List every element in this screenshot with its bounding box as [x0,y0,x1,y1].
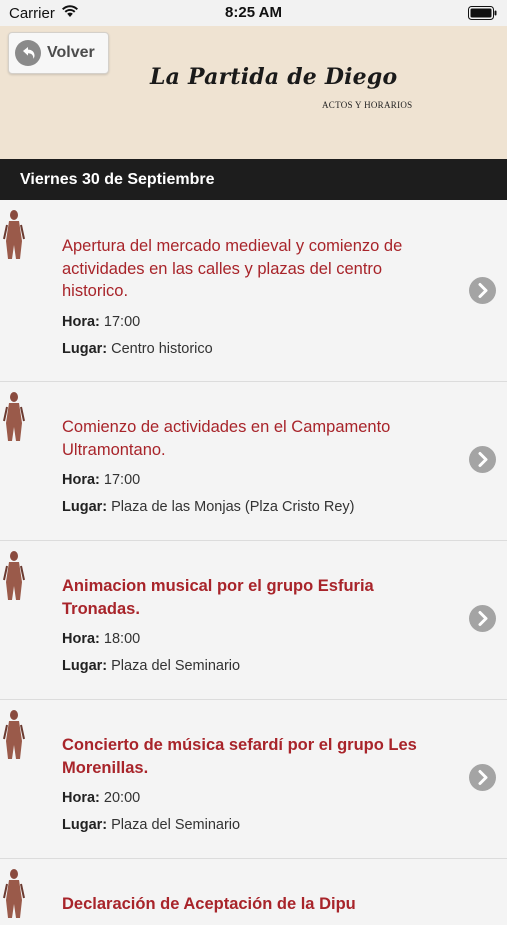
list-item[interactable]: Comienzo de actividades en el Campamento… [0,382,507,541]
event-place: Lugar: Plaza del Seminario [62,658,241,674]
back-button[interactable]: Volver [8,32,109,74]
chevron-right-icon [469,605,496,632]
list-item[interactable]: Animacion musical por el grupo Esfuria T… [0,541,507,700]
chevron-right-icon [469,446,496,473]
event-title: Comienzo de actividades en el Campamento… [62,418,391,459]
day-label: Viernes 30 de Septiembre [20,171,215,188]
event-time: Hora: 17:00 [62,314,141,330]
list-item[interactable]: Concierto de música sefardí por el grupo… [0,700,507,859]
event-place: Lugar: Centro historico [62,341,213,357]
chevron-right-icon [469,764,496,791]
knight-icon [3,709,25,766]
logo-title: La Partida de Diego [150,64,398,90]
knight-icon [3,391,25,448]
back-arrow-icon [15,40,41,66]
knight-icon [3,868,25,925]
app-header: Volver La Partida de Diego ACTOS Y HORAR… [0,26,507,159]
logo-subtitle: ACTOS Y HORARIOS [322,100,413,110]
battery-icon [468,6,498,25]
event-title: Animacion musical por el grupo Esfuria T… [62,577,374,618]
event-place: Lugar: Plaza del Seminario [62,817,241,833]
event-title: Concierto de música sefardí por el grupo… [62,736,417,777]
list-item[interactable]: Apertura del mercado medieval y comienzo… [0,200,507,382]
clock: 8:25 AM [225,4,282,21]
status-bar: Carrier 8:25 AM [0,0,507,26]
event-title: Apertura del mercado medieval y comienzo… [62,237,403,300]
knight-icon [3,550,25,607]
event-time: Hora: 20:00 [62,790,141,806]
event-place: Lugar: Plaza de las Monjas (Plza Cristo … [62,499,355,515]
chevron-right-icon [469,277,496,304]
back-label: Volver [47,44,95,61]
knight-icon [3,209,25,266]
list-item[interactable]: Declaración de Aceptación de la Dipu [0,859,507,918]
event-title: Declaración de Aceptación de la Dipu [62,895,356,913]
event-time: Hora: 17:00 [62,472,141,488]
day-header: Viernes 30 de Septiembre [0,159,507,200]
event-time: Hora: 18:00 [62,631,141,647]
